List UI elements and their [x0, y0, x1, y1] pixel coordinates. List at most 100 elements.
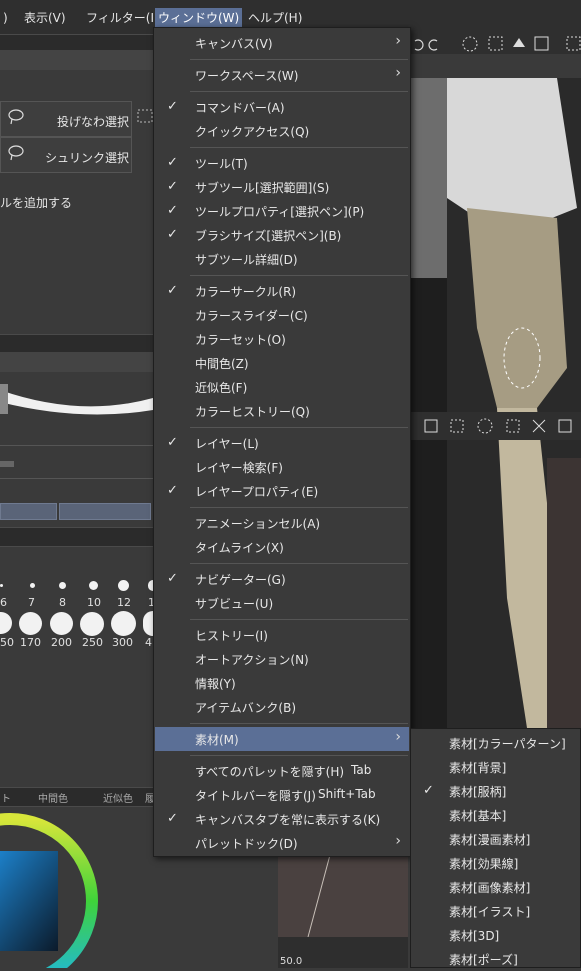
menu-item-16[interactable]: ✓ レイヤー(L): [155, 431, 409, 455]
menu-item-label: カラーヒストリー(Q): [195, 405, 310, 419]
menu-item-22[interactable]: サブビュー(U): [155, 591, 409, 615]
submenu-item-4[interactable]: 素材[基本]: [411, 803, 581, 827]
menu-item-13[interactable]: 中間色(Z): [155, 351, 409, 375]
divider: [0, 445, 153, 446]
menu-item-7[interactable]: ✓ ツールプロパティ[選択ペン](P): [155, 199, 409, 223]
menu-item-26[interactable]: アイテムバンク(B): [155, 695, 409, 719]
brush-size-dot[interactable]: [143, 611, 153, 636]
menu-item-11[interactable]: カラースライダー(C): [155, 303, 409, 327]
checkmark-icon: ✓: [167, 179, 178, 194]
submenu-item-label: 素材[服柄]: [449, 785, 507, 799]
property-button-2[interactable]: [59, 503, 151, 520]
menu-item-25[interactable]: 情報(Y): [155, 671, 409, 695]
menu-item-label: ヒストリー(I): [195, 629, 268, 643]
brush-size-dot[interactable]: [30, 583, 35, 588]
menu-item-label: アイテムバンク(B): [195, 701, 296, 715]
add-tool-text[interactable]: ルを追加する: [0, 194, 72, 211]
submenu-item-9[interactable]: 素材[3D]: [411, 923, 581, 947]
menu-separator: [190, 91, 408, 92]
checkmark-icon: ✓: [423, 783, 434, 798]
menu-item-6[interactable]: ✓ サブツール[選択範囲](S): [155, 175, 409, 199]
color-tab[interactable]: ト: [1, 790, 11, 805]
submenu-item-label: 素材[漫画素材]: [449, 833, 531, 847]
menu-item-label: ナビゲーター(G): [195, 573, 286, 587]
menu-item-2[interactable]: ワークスペース(W) ›: [155, 63, 409, 87]
menu-help[interactable]: ヘルプ(H): [245, 8, 305, 28]
menu-item-label: ツールプロパティ[選択ペン](P): [195, 205, 365, 219]
brush-tabstrip: [0, 334, 153, 354]
submenu-item-7[interactable]: 素材[画像素材]: [411, 875, 581, 899]
submenu-item-10[interactable]: 素材[ポーズ]: [411, 947, 581, 971]
brush-size-dot[interactable]: [80, 612, 104, 636]
brush-size-dot[interactable]: [0, 612, 12, 634]
menu-item-27[interactable]: 素材(M) ›: [155, 727, 409, 751]
submenu-item-label: 素材[背景]: [449, 761, 507, 775]
menu-item-10[interactable]: ✓ カラーサークル(R): [155, 279, 409, 303]
lasso-select-tool[interactable]: 投げなわ選択: [0, 101, 132, 137]
brush-size-label: 6: [0, 596, 7, 609]
menu-item-19[interactable]: アニメーションセル(A): [155, 511, 409, 535]
menu-item-3[interactable]: ✓ コマンドバー(A): [155, 95, 409, 119]
menu-separator: [190, 507, 408, 508]
color-tab-intermediate[interactable]: 中間色: [38, 790, 68, 805]
brush-size-dot[interactable]: [111, 611, 136, 636]
brush-size-dot[interactable]: [19, 612, 42, 635]
menu-item-14[interactable]: 近似色(F): [155, 375, 409, 399]
lasso-icon: [8, 145, 24, 161]
brush-size-dot[interactable]: [50, 612, 73, 635]
submenu-item-5[interactable]: 素材[漫画素材]: [411, 827, 581, 851]
color-tab-approx[interactable]: 近似色: [103, 790, 133, 805]
menu-separator: [190, 275, 408, 276]
menu-item-29[interactable]: タイトルバーを隠す(J) Shift+Tab: [155, 783, 409, 807]
property-button-1[interactable]: [0, 503, 57, 520]
canvas-artwork[interactable]: [407, 78, 581, 728]
menu-item-label: ワークスペース(W): [195, 69, 299, 83]
menu-item-15[interactable]: カラーヒストリー(Q): [155, 399, 409, 423]
brush-size-dot[interactable]: [0, 584, 3, 587]
menu-filter[interactable]: フィルター(I): [83, 8, 162, 28]
menu-item-28[interactable]: すべてのパレットを隠す(H) Tab: [155, 759, 409, 783]
brush-size-dot[interactable]: [118, 580, 129, 591]
submenu-item-6[interactable]: 素材[効果線]: [411, 851, 581, 875]
menu-item-label: レイヤープロパティ(E): [195, 485, 319, 499]
menu-item-9[interactable]: サブツール詳細(D): [155, 247, 409, 271]
submenu-item-label: 素材[カラーパターン]: [449, 737, 566, 751]
brush-size-label: 250: [82, 636, 103, 649]
menu-item-23[interactable]: ヒストリー(I): [155, 623, 409, 647]
chevron-right-icon: ›: [395, 33, 401, 49]
menu-item-20[interactable]: タイムライン(X): [155, 535, 409, 559]
menu-item-17[interactable]: レイヤー検索(F): [155, 455, 409, 479]
submenu-item-2[interactable]: 素材[背景]: [411, 755, 581, 779]
submenu-item-8[interactable]: 素材[イラスト]: [411, 899, 581, 923]
brush-size-label: 12: [117, 596, 131, 609]
menu-item-12[interactable]: カラーセット(O): [155, 327, 409, 351]
checkmark-icon: ✓: [167, 227, 178, 242]
menu-edit-fragment[interactable]: ): [0, 8, 11, 28]
lasso-icon: [8, 109, 24, 125]
navigator-zoom[interactable]: 50.0: [280, 956, 302, 967]
brush-size-dot[interactable]: [59, 582, 66, 589]
menu-item-24[interactable]: オートアクション(N): [155, 647, 409, 671]
menu-item-label: サブツール[選択範囲](S): [195, 181, 330, 195]
menu-item-5[interactable]: ✓ ツール(T): [155, 151, 409, 175]
menu-item-31[interactable]: パレットドック(D) ›: [155, 831, 409, 855]
color-wheel[interactable]: [0, 805, 153, 968]
checkmark-icon: ✓: [167, 155, 178, 170]
menu-view[interactable]: 表示(V): [21, 8, 69, 28]
brush-size-dot[interactable]: [89, 581, 98, 590]
menu-item-4[interactable]: クイックアクセス(Q): [155, 119, 409, 143]
submenu-item-1[interactable]: 素材[カラーパターン]: [411, 731, 581, 755]
slider-knob[interactable]: [0, 461, 14, 467]
submenu-item-3[interactable]: ✓ 素材[服柄]: [411, 779, 581, 803]
menu-item-1[interactable]: キャンバス(V) ›: [155, 31, 409, 55]
menu-item-8[interactable]: ✓ ブラシサイズ[選択ペン](B): [155, 223, 409, 247]
brush-stroke-preview: [0, 378, 153, 416]
menu-window[interactable]: ウィンドウ(W): [155, 8, 243, 28]
menu-separator: [190, 619, 408, 620]
menu-item-18[interactable]: ✓ レイヤープロパティ(E): [155, 479, 409, 503]
menu-separator: [190, 59, 408, 60]
menu-item-30[interactable]: ✓ キャンバスタブを常に表示する(K): [155, 807, 409, 831]
menu-item-label: カラースライダー(C): [195, 309, 308, 323]
menu-item-21[interactable]: ✓ ナビゲーター(G): [155, 567, 409, 591]
shrink-select-tool[interactable]: シュリンク選択: [0, 137, 132, 173]
